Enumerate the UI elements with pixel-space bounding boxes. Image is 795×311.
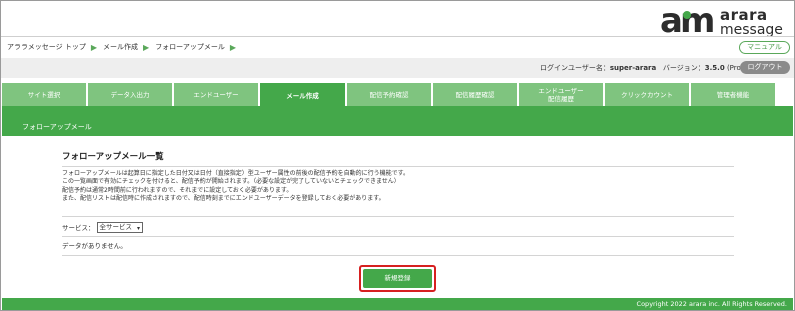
chevron-right-icon: ▶ xyxy=(90,42,98,52)
arara-message-logo[interactable]: am arara message xyxy=(660,2,790,40)
manual-button[interactable]: マニュアル xyxy=(739,41,790,54)
tab-end-user-history-line1: エンドユーザー xyxy=(538,86,584,95)
header-divider xyxy=(1,36,794,37)
new-register-button[interactable]: 新規登録 xyxy=(363,269,432,288)
login-label: ログインユーザー名： xyxy=(540,64,610,72)
main-nav-tabs: サイト選択 データ入出力 エンドユーザー メール作成 配信予約確認 配信履歴確認… xyxy=(2,83,793,108)
tab-end-user[interactable]: エンドユーザー xyxy=(174,83,259,106)
copyright-text: Copyright 2022 arara inc. All Rights Res… xyxy=(636,300,787,308)
section-title: フォローアップメール xyxy=(22,123,92,131)
tab-data-io[interactable]: データ入出力 xyxy=(88,83,173,106)
footer: Copyright 2022 arara inc. All Rights Res… xyxy=(2,298,793,310)
tab-site-select[interactable]: サイト選択 xyxy=(2,83,87,106)
chevron-down-icon: ▾ xyxy=(136,224,140,232)
tab-delivery-history[interactable]: 配信履歴確認 xyxy=(433,83,518,106)
logo-mark: am xyxy=(660,1,715,41)
description-divider xyxy=(62,216,734,217)
breadcrumb-item-mail-create[interactable]: メール作成 xyxy=(103,42,138,52)
login-info: ログインユーザー名：super-arara バージョン：3.5.0 (Pro) xyxy=(540,63,744,73)
tab-mail-create[interactable]: メール作成 xyxy=(260,83,346,108)
chevron-right-icon: ▶ xyxy=(229,42,237,52)
version-number: 3.5.0 xyxy=(704,64,725,72)
service-label: サービス： xyxy=(62,224,95,232)
service-select-value: 全サービス xyxy=(99,222,133,231)
breadcrumb: アララメッセージ トップ ▶ メール作成 ▶ フォローアップメール ▶ xyxy=(7,42,242,52)
service-divider xyxy=(62,236,734,237)
tab-admin[interactable]: 管理者機能 xyxy=(691,83,776,106)
no-data-divider xyxy=(62,255,734,256)
tab-delivery-reservation[interactable]: 配信予約確認 xyxy=(347,83,432,106)
panel-description: フォローアップメールは起算日に指定した日付又は日付（直接指定）型ユーザー属性の前… xyxy=(62,170,734,203)
tab-click-count[interactable]: クリックカウント xyxy=(605,83,690,106)
logout-button[interactable]: ログアウト xyxy=(740,61,790,74)
panel-title-divider xyxy=(62,166,734,167)
tab-end-user-history[interactable]: エンドユーザー 配信履歴 xyxy=(519,83,604,106)
breadcrumb-item-top[interactable]: アララメッセージ トップ xyxy=(7,42,86,52)
chevron-right-icon: ▶ xyxy=(143,42,150,52)
service-select[interactable]: 全サービス ▾ xyxy=(96,221,143,233)
service-filter: サービス： 全サービス ▾ xyxy=(62,221,143,233)
tab-end-user-history-line2: 配信履歴 xyxy=(548,94,574,103)
version-label: バージョン： xyxy=(662,64,705,72)
logo-text-top: arara xyxy=(720,6,768,24)
description-line: 配信予約は通常2時間前に行われますので、それまでに設定しておく必要があります。 xyxy=(62,186,293,194)
no-data-message: データがありません。 xyxy=(62,242,127,250)
description-line: この一覧画面で有効にチェックを付けると、配信予約が開始されます。（必要な設定が完… xyxy=(62,178,400,186)
panel-title: フォローアップメール一覧 xyxy=(62,152,164,162)
logo-dot xyxy=(683,11,691,19)
section-header xyxy=(2,106,793,136)
breadcrumb-item-followup: フォローアップメール xyxy=(155,43,225,51)
description-line: また、配信リストは配信時に作成されますので、配信時刻までにエンドユーザーデータを… xyxy=(62,194,385,202)
login-user: super-arara xyxy=(609,64,657,72)
